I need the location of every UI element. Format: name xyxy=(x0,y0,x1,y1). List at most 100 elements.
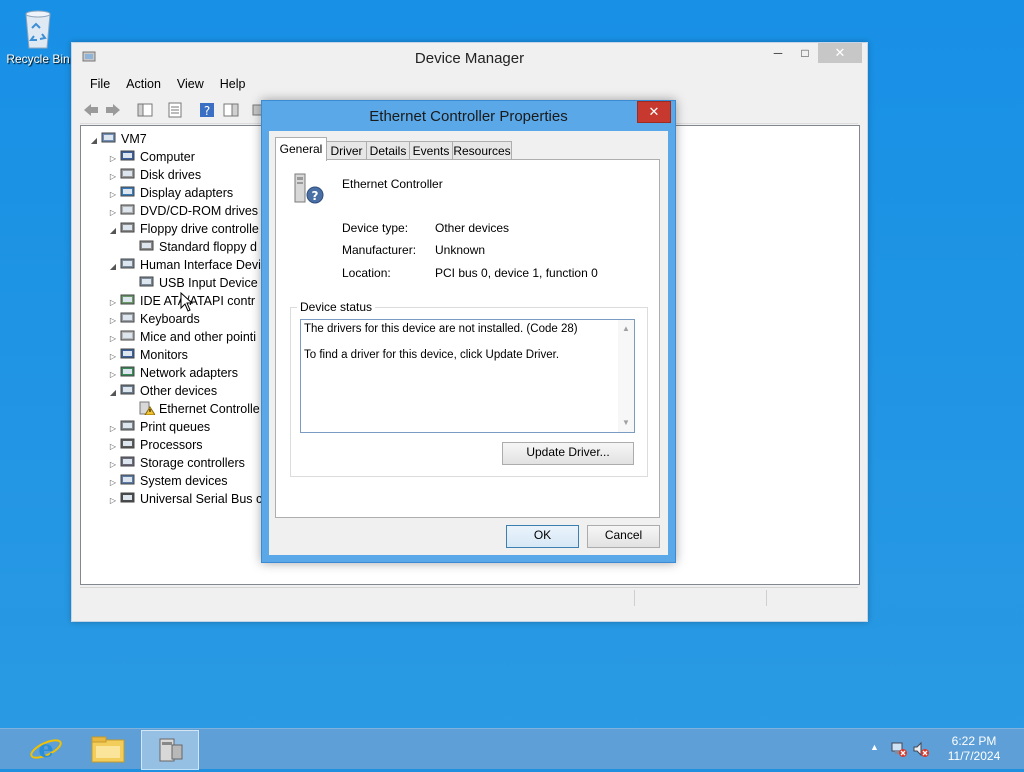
show-hidden-icons-chevron-icon[interactable]: ▲ xyxy=(870,742,879,752)
tree-item[interactable]: ▷ Monitors xyxy=(106,346,188,364)
network-disconnected-icon[interactable] xyxy=(890,740,908,758)
expanded-arrow-icon[interactable]: ◢ xyxy=(87,132,101,150)
floppy-controller-icon xyxy=(120,222,135,233)
tree-item-label: Ethernet Controlle xyxy=(159,402,260,416)
device-manager-title: Device Manager xyxy=(414,50,525,67)
show-hide-console-icon[interactable] xyxy=(136,101,154,119)
tree-item-label: DVD/CD-ROM drives xyxy=(140,204,259,218)
volume-muted-icon[interactable] xyxy=(912,740,930,758)
status-scrollbar[interactable]: ▲ ▼ xyxy=(618,320,634,432)
taskbar-device-manager-button[interactable] xyxy=(141,730,199,770)
tree-item[interactable]: ▷ Processors xyxy=(106,436,203,454)
recycle-bin-desktop-icon[interactable]: Recycle Bin xyxy=(4,4,72,66)
dvd-icon xyxy=(120,204,135,215)
minimize-button[interactable]: ─ xyxy=(764,43,792,63)
tree-item-label: Monitors xyxy=(140,348,188,362)
tree-item-label: Print queues xyxy=(140,420,211,434)
tree-item-label: Universal Serial Bus co xyxy=(140,492,270,506)
tree-item[interactable]: ▷ Disk drives xyxy=(106,166,201,184)
menu-bar: File Action View Help xyxy=(80,75,254,93)
tree-item[interactable]: ▷ DVD/CD-ROM drives xyxy=(106,202,258,220)
tree-item-label: Standard floppy d xyxy=(159,240,257,254)
location-label: Location: xyxy=(342,266,391,280)
taskbar-clock[interactable]: 6:22 PM 11/7/2024 xyxy=(934,734,1014,764)
device-manager-titlebar[interactable]: Device Manager ─ □ ✕ xyxy=(72,43,867,73)
tree-item[interactable]: ◢ Human Interface Devi xyxy=(106,256,261,274)
recycle-bin-icon xyxy=(20,6,56,50)
tree-item-label: Other devices xyxy=(140,384,218,398)
taskbar-ie-button[interactable]: e xyxy=(18,730,74,768)
tab-general[interactable]: General xyxy=(275,137,327,161)
tree-item[interactable]: ◢ Other devices xyxy=(106,382,217,400)
device-status-textbox[interactable]: The drivers for this device are not inst… xyxy=(300,319,635,433)
tab-events[interactable]: Events xyxy=(409,141,453,160)
tree-item[interactable]: ▷ Network adapters xyxy=(106,364,238,382)
keyboard-icon xyxy=(120,312,135,323)
cancel-button[interactable]: Cancel xyxy=(587,525,660,548)
scroll-up-icon[interactable]: ▲ xyxy=(618,322,634,336)
tree-item-label: Storage controllers xyxy=(140,456,245,470)
help-icon[interactable]: ? xyxy=(198,101,216,119)
disk-icon xyxy=(120,168,135,179)
maximize-button[interactable]: □ xyxy=(792,43,818,63)
taskbar-explorer-button[interactable] xyxy=(80,730,136,768)
tree-item[interactable]: ◢ Floppy drive controlle xyxy=(106,220,259,238)
device-type-value: Other devices xyxy=(435,221,510,235)
tab-resources[interactable]: Resources xyxy=(452,141,512,160)
tree-item[interactable]: ▷ Computer xyxy=(106,148,195,166)
tree-item-label: Mice and other pointi xyxy=(140,330,257,344)
tab-driver[interactable]: Driver xyxy=(326,141,367,160)
collapsed-arrow-icon[interactable]: ▷ xyxy=(106,492,120,510)
menu-action[interactable]: Action xyxy=(118,75,169,93)
dialog-title: Ethernet Controller Properties xyxy=(369,108,568,125)
file-explorer-icon xyxy=(91,736,125,763)
device-status-group: Device status The drivers for this devic… xyxy=(290,300,648,477)
forward-arrow-icon[interactable] xyxy=(104,101,122,119)
tree-item-label: Network adapters xyxy=(140,366,238,380)
tree-item[interactable]: Standard floppy d xyxy=(125,238,257,256)
tree-item[interactable]: ▷ Mice and other pointi xyxy=(106,328,256,346)
scroll-down-icon[interactable]: ▼ xyxy=(618,416,634,430)
back-arrow-icon[interactable] xyxy=(82,101,100,119)
svg-text:?: ? xyxy=(312,189,319,203)
display-adapter-icon xyxy=(120,186,135,197)
menu-file[interactable]: File xyxy=(80,75,118,93)
printer-icon xyxy=(120,420,135,431)
tree-item[interactable]: ▷ Display adapters xyxy=(106,184,233,202)
window-close-button[interactable]: ✕ xyxy=(818,43,862,63)
manufacturer-label: Manufacturer: xyxy=(342,243,417,257)
computer-icon xyxy=(101,132,116,143)
expanded-arrow-icon[interactable]: ◢ xyxy=(106,258,120,276)
location-value: PCI bus 0, device 1, function 0 xyxy=(435,266,598,280)
action-pane-icon[interactable] xyxy=(222,101,240,119)
properties-icon[interactable] xyxy=(166,101,184,119)
tree-item-label: Processors xyxy=(140,438,203,452)
status-line: The drivers for this device are not inst… xyxy=(304,323,578,335)
properties-dialog: Ethernet Controller Properties ✕ General… xyxy=(261,100,676,563)
ok-button[interactable]: OK xyxy=(506,525,579,548)
tree-item[interactable]: ▷ Storage controllers xyxy=(106,454,245,472)
tree-item[interactable]: ▷ System devices xyxy=(106,472,228,490)
menu-view[interactable]: View xyxy=(169,75,212,93)
hid-icon xyxy=(120,258,135,269)
update-driver-button[interactable]: Update Driver... xyxy=(502,442,634,465)
tree-item[interactable]: ▷ Keyboards xyxy=(106,310,200,328)
internet-explorer-icon: e xyxy=(30,734,62,763)
clock-date: 11/7/2024 xyxy=(947,749,1001,763)
tree-item-label: Floppy drive controlle xyxy=(140,222,259,236)
ide-icon xyxy=(120,294,135,305)
tree-item[interactable]: USB Input Device xyxy=(125,274,258,292)
tree-item[interactable]: ◢ VM7 xyxy=(87,130,147,148)
recycle-bin-label: Recycle Bin xyxy=(6,52,70,66)
floppy-controller-icon xyxy=(139,240,154,251)
dialog-close-button[interactable]: ✕ xyxy=(637,101,671,123)
tab-details[interactable]: Details xyxy=(366,141,410,160)
svg-text:e: e xyxy=(38,734,53,763)
tree-item[interactable]: ▷ Print queues xyxy=(106,418,210,436)
mouse-cursor-icon xyxy=(180,292,194,312)
tree-item[interactable]: Ethernet Controlle xyxy=(125,400,260,418)
expanded-arrow-icon[interactable]: ◢ xyxy=(106,222,120,240)
menu-help[interactable]: Help xyxy=(212,75,254,93)
expanded-arrow-icon[interactable]: ◢ xyxy=(106,384,120,402)
tree-item[interactable]: ▷ Universal Serial Bus co xyxy=(106,490,269,508)
